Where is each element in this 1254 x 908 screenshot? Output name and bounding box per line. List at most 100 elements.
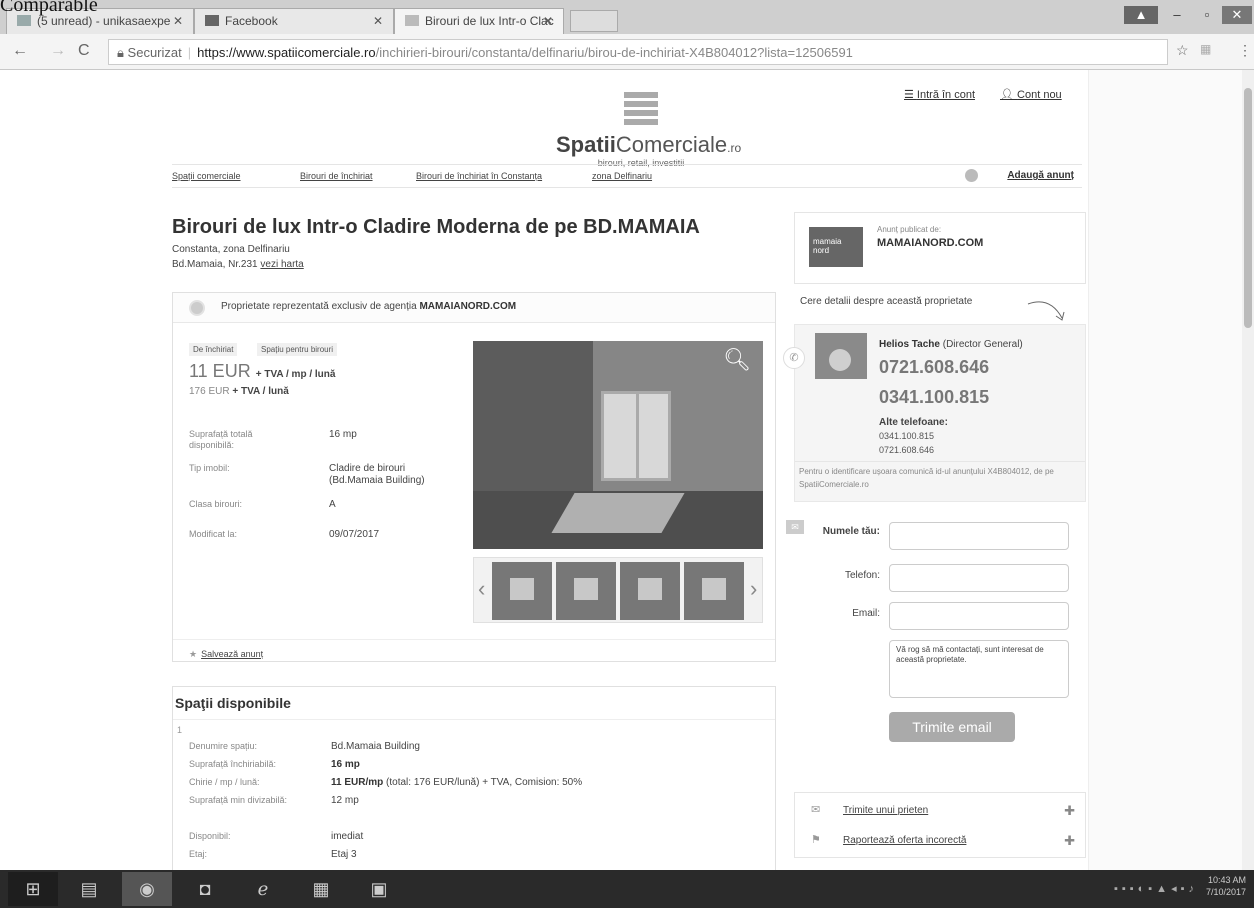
maximize-button[interactable]: ▫ [1194,6,1220,24]
phone-number[interactable]: 0341.100.815 [879,387,989,408]
chrome-icon[interactable]: ◉ [122,872,172,906]
user-icon[interactable]: ▲ [1124,6,1158,24]
site-logo[interactable]: SpatiiComerciale.ro birouri, retail, inv… [556,92,741,168]
main-photo[interactable]: 🔍︎ [473,341,763,549]
email-label: Email: [852,608,880,619]
space-value: 11 EUR/mp (total: 176 EUR/lună) + TVA, C… [331,777,583,788]
page-margin [1088,70,1254,870]
internet-explorer-icon[interactable]: ℯ [238,872,288,906]
user-icon: 👤︎ [1000,89,1018,101]
star-icon: ★ [189,649,198,659]
tag-rent: De închiriat [189,343,238,356]
phone-field[interactable] [889,564,1069,592]
new-account-link[interactable]: 👤︎ Cont nou [1000,88,1062,101]
bookmark-star-icon[interactable]: ☆ [1176,42,1189,59]
close-icon[interactable]: ✕ [173,14,183,28]
avatar [815,333,867,379]
space-value: Etaj 3 [331,849,357,860]
report-link[interactable]: Raportează oferta incorectă [843,835,966,846]
send-email-button[interactable]: Trimite email [889,712,1015,742]
url-domain: https://www.spatiicomerciale.ro [197,45,376,60]
breadcrumb-item[interactable]: zona Delfinariu [592,171,652,181]
back-icon[interactable]: ← [12,42,28,60]
forward-icon[interactable]: → [50,42,66,60]
extension-icon[interactable]: ▦ [1200,42,1211,56]
site-icon [405,15,419,26]
chevron-left-icon[interactable]: ‹ [478,576,485,602]
clock[interactable]: 10:43 AM 7/10/2017 [1206,874,1246,898]
thumbnail[interactable] [492,562,552,620]
section-title: Spaţii disponibile [175,695,291,711]
tag-type: Spațiu pentru birouri [257,343,338,356]
plus-icon[interactable]: ✚ [1064,803,1075,819]
breadcrumb-item[interactable]: Spații comerciale [172,171,241,181]
utility-links: ✉ Trimite unui prieten ✚ ⚑ Raportează of… [794,792,1086,858]
prop-label: Clasa birouri: [189,499,243,509]
space-value: 16 mp [331,759,360,770]
address: Bd.Mamaia, Nr.231 vezi harta [172,259,304,270]
ask-details-label: Cere detalii despre această proprietate [800,296,973,307]
system-tray[interactable]: ▪▪▪◐▪▲◂▪♪ [1114,882,1198,895]
file-explorer-icon[interactable]: ▤ [64,872,114,906]
prop-label: Tip imobil: [189,463,230,473]
prop-value: Cladire de birouri (Bd.Mamaia Building) [329,463,425,486]
zoom-icon[interactable]: 🔍︎ [723,347,751,373]
space-label: Etaj: [189,849,208,859]
thumbnail-strip: ‹ › [473,557,763,623]
flag-icon: ⚑ [811,834,821,846]
plus-icon[interactable]: ✚ [1064,833,1075,849]
menu-icon[interactable]: ⋮ [1238,42,1252,59]
close-icon[interactable]: ✕ [543,14,553,28]
thumbnail[interactable] [684,562,744,620]
prop-value: 09/07/2017 [329,529,380,540]
scroll-thumb[interactable] [1244,88,1252,328]
name-field[interactable] [889,522,1069,550]
windows-start-icon[interactable]: ⊞ [8,872,58,906]
taskbar: ⊞ ▤ ◉ ◘ ℯ ▦ ▣ ▪▪▪◐▪▲◂▪♪ 10:43 AM 7/10/201… [0,870,1254,908]
logo-mark [624,92,658,128]
email-field[interactable] [889,602,1069,630]
send-to-friend-link[interactable]: Trimite unui prieten [843,805,928,816]
alt-phone: 0721.608.646 [879,445,935,455]
tab-label: Facebook [225,14,278,28]
login-link[interactable]: ☰ Intră în cont [904,88,975,101]
price-total: 176 EUR + TVA / lună [189,386,289,397]
listing-card: Proprietate reprezentată exclusiv de age… [172,292,776,662]
secure-label: Securizat [127,45,182,60]
thumbnail[interactable] [556,562,616,620]
url-field[interactable]: 🔒︎ Securizat | https://www.spatiicomercial… [108,39,1168,65]
publisher-name[interactable]: MAMAIANORD.COM [877,237,983,249]
agency-logo[interactable]: mamaia nord [809,227,863,267]
phone-number[interactable]: 0721.608.646 [879,357,989,378]
space-label: Disponibil: [189,831,231,841]
new-tab-button[interactable] [570,10,618,32]
arrow-icon [1027,301,1065,321]
plus-circle-icon [965,169,978,182]
alt-phones-label: Alte telefoane: [879,417,948,428]
browser-tab-bar: (5 unread) - unikasaexpe ✕ Facebook ✕ Bi… [0,0,1254,34]
scrollbar[interactable] [1242,70,1254,870]
reload-icon[interactable]: C [78,42,90,60]
message-field[interactable]: Vă rog să mă contactați, sunt interesat … [889,640,1069,698]
tab-listing[interactable]: Birouri de lux Intr-o Clac ✕ [394,8,564,34]
add-ad-link[interactable]: Adaugă anunț [1007,170,1074,181]
tab-facebook[interactable]: Facebook ✕ [194,8,394,34]
excel-icon[interactable]: ▦ [296,872,346,906]
save-ad-link[interactable]: ★ Salvează anunț [189,649,263,660]
word-icon[interactable]: ▣ [354,872,404,906]
breadcrumb-item[interactable]: Birouri de închiriat în Constanța [416,171,542,181]
breadcrumb: Spații comerciale Birouri de închiriat B… [172,164,1082,188]
map-link[interactable]: vezi harta [260,259,303,270]
breadcrumb-item[interactable]: Birouri de închiriat [300,171,373,181]
chevron-right-icon[interactable]: › [750,576,757,602]
space-label: Chirie / mp / lună: [189,777,260,787]
phone-icon: ✆ [783,347,805,369]
close-window-button[interactable]: ✕ [1222,6,1252,24]
minimize-button[interactable]: – [1164,6,1190,24]
store-icon[interactable]: ◘ [180,872,230,906]
thumbnail[interactable] [620,562,680,620]
prop-value: 16 mp [329,429,357,440]
close-icon[interactable]: ✕ [373,14,383,28]
envelope-icon: ✉ [811,804,821,816]
web-page: ☰ Intră în cont 👤︎ Cont nou SpatiiComerc… [0,70,1254,870]
